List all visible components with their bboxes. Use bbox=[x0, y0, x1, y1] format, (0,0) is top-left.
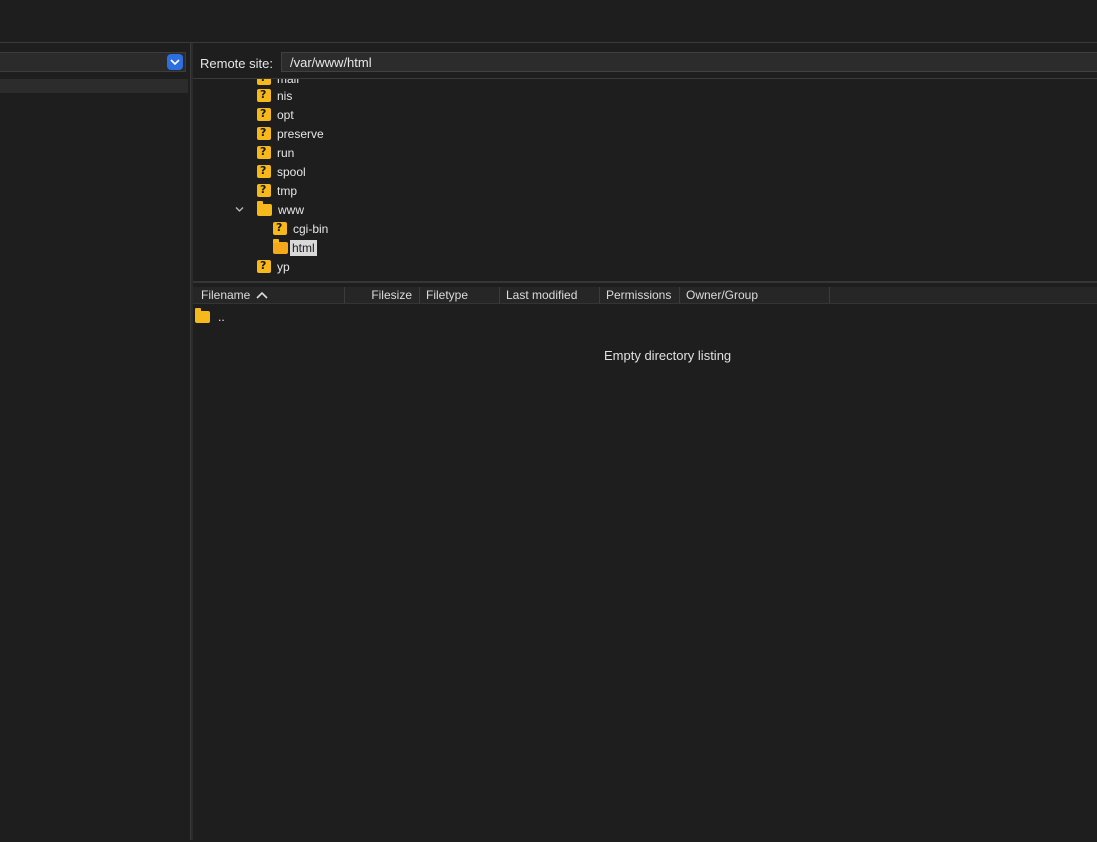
tree-item-preserve[interactable]: preserve bbox=[257, 124, 324, 143]
file-list-header: Filename Filesize Filetype Last modified… bbox=[193, 287, 1097, 304]
file-row-parent-directory[interactable]: .. bbox=[195, 308, 225, 325]
remote-directory-tree[interactable]: mail nis opt preserve run spool tmp bbox=[193, 78, 1097, 282]
remote-path-input[interactable]: /var/www/html bbox=[281, 52, 1097, 72]
column-header-last-modified[interactable]: Last modified bbox=[500, 287, 600, 303]
column-header-owner-group[interactable]: Owner/Group bbox=[680, 287, 830, 303]
tree-item-html[interactable]: html bbox=[273, 238, 317, 257]
unknown-folder-icon bbox=[257, 164, 271, 178]
tree-item-opt[interactable]: opt bbox=[257, 105, 294, 124]
unknown-folder-icon bbox=[273, 221, 287, 235]
tree-item-yp[interactable]: yp bbox=[257, 257, 290, 276]
unknown-folder-icon bbox=[257, 79, 271, 85]
folder-icon bbox=[195, 308, 210, 323]
unknown-folder-icon bbox=[257, 107, 271, 121]
unknown-folder-icon bbox=[257, 183, 271, 197]
tree-item-www[interactable]: www bbox=[257, 200, 304, 219]
local-site-pane bbox=[0, 43, 191, 840]
dropdown-arrow-icon[interactable] bbox=[167, 54, 183, 70]
sort-ascending-icon bbox=[256, 291, 268, 299]
column-header-filename[interactable]: Filename bbox=[193, 287, 345, 303]
chevron-down-icon[interactable] bbox=[235, 206, 244, 213]
unknown-folder-icon bbox=[257, 126, 271, 140]
remote-site-pane: Remote site: /var/www/html mail nis opt … bbox=[193, 43, 1097, 840]
remote-site-label: Remote site: bbox=[200, 56, 273, 71]
local-tree-selected-row[interactable] bbox=[0, 79, 188, 93]
unknown-folder-icon bbox=[257, 259, 271, 273]
folder-icon bbox=[257, 200, 272, 216]
tree-item-run[interactable]: run bbox=[257, 143, 294, 162]
tree-item-cgi-bin[interactable]: cgi-bin bbox=[273, 219, 328, 238]
tree-item-tmp[interactable]: tmp bbox=[257, 181, 297, 200]
column-header-filetype[interactable]: Filetype bbox=[420, 287, 500, 303]
remote-file-list[interactable]: Filename Filesize Filetype Last modified… bbox=[193, 281, 1097, 842]
open-folder-icon bbox=[273, 238, 288, 254]
empty-directory-message: Empty directory listing bbox=[604, 348, 732, 363]
column-header-filesize[interactable]: Filesize bbox=[345, 287, 420, 303]
unknown-folder-icon bbox=[257, 145, 271, 159]
toolbar-area bbox=[0, 0, 1097, 43]
unknown-folder-icon bbox=[257, 88, 271, 102]
column-header-permissions[interactable]: Permissions bbox=[600, 287, 680, 303]
local-site-combobox[interactable] bbox=[0, 52, 186, 72]
tree-item-spool[interactable]: spool bbox=[257, 162, 306, 181]
tree-item-nis[interactable]: nis bbox=[257, 86, 292, 105]
